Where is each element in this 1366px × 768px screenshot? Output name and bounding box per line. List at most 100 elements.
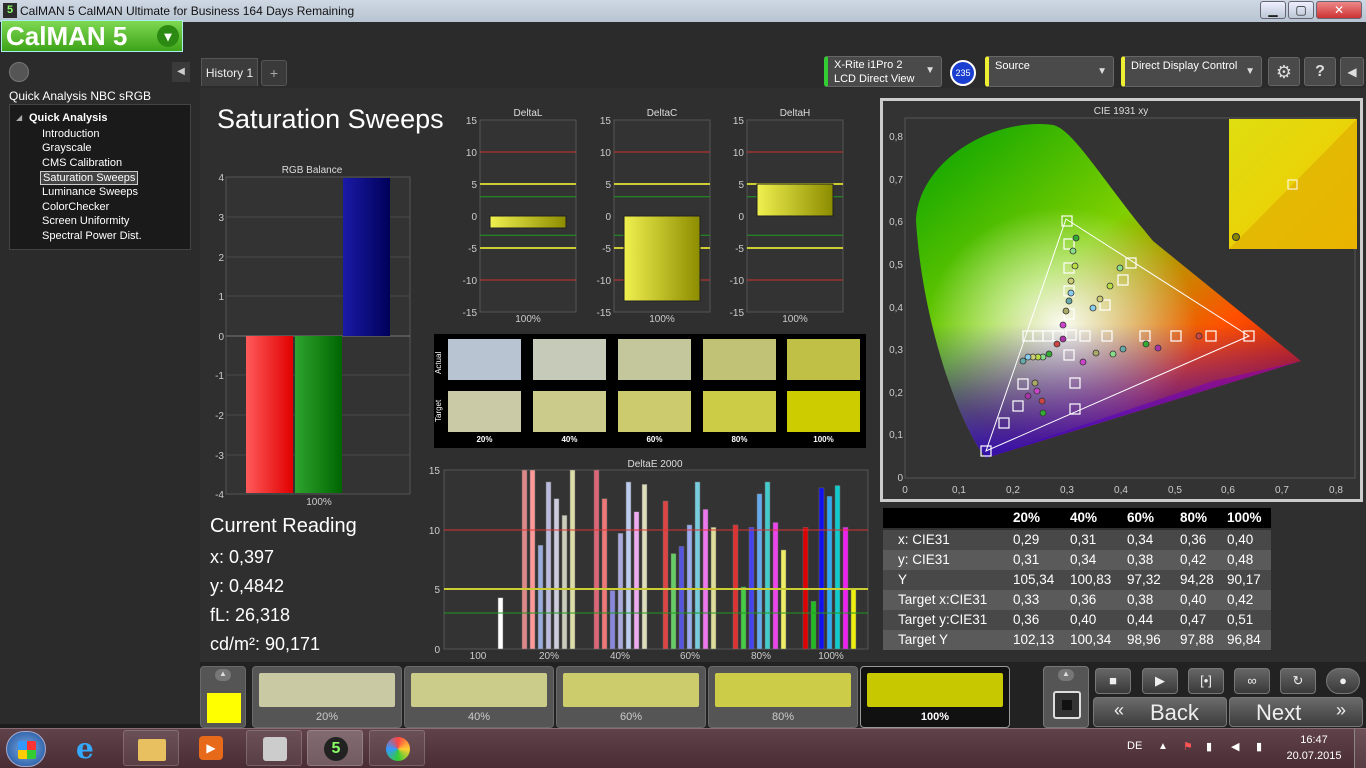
rgb-bar-red (246, 336, 293, 493)
language-indicator[interactable]: DE (1127, 740, 1142, 752)
cie-measured-marker (1142, 340, 1150, 348)
tree-expand-icon[interactable]: ◢ (16, 113, 22, 122)
stop-icon[interactable]: ■ (1095, 668, 1131, 694)
cie-measured-marker (1039, 409, 1047, 417)
rgb-xlabel: 100% (306, 497, 332, 508)
chevron-down-icon: ▼ (925, 65, 935, 76)
chevron-up-icon[interactable]: ▲ (215, 669, 231, 681)
explorer-icon[interactable] (123, 730, 179, 766)
cie-measured-marker (1067, 289, 1075, 297)
patch-100[interactable]: 100% (860, 666, 1010, 728)
patch-40[interactable]: 40% (404, 666, 554, 728)
tree-item-introduction[interactable]: Introduction (42, 128, 99, 140)
deltae-bar (732, 524, 739, 650)
paint-icon[interactable] (369, 730, 425, 766)
close-button[interactable]: ✕ (1316, 1, 1362, 19)
record-icon[interactable]: ● (1326, 668, 1360, 694)
app-taskbar-icon[interactable] (246, 730, 302, 766)
cell: 0,47 (1180, 612, 1207, 627)
deltae-bar (617, 532, 624, 650)
collapse-left-icon[interactable]: ◀ (172, 62, 190, 82)
stop-measure-icon[interactable] (1053, 691, 1081, 719)
deltae-bar (756, 493, 763, 650)
cie-measured-marker (1045, 350, 1053, 358)
start-button[interactable] (6, 731, 46, 767)
deltae-bar (686, 524, 693, 650)
chevron-up-icon[interactable]: ▲ (1058, 669, 1074, 681)
tree-group-quick-analysis[interactable]: Quick Analysis (29, 112, 107, 124)
clock-date[interactable]: 20.07.2015 (1284, 750, 1344, 762)
ie-icon[interactable]: e (64, 730, 120, 766)
deltae-bar (593, 469, 600, 650)
pin-icon[interactable] (9, 62, 29, 82)
maximize-button[interactable]: ▢ (1288, 1, 1314, 19)
deltae-bar (521, 469, 528, 650)
clock-time[interactable]: 16:47 (1284, 734, 1344, 746)
show-desktop-button[interactable] (1354, 729, 1366, 768)
deltah-bar (756, 183, 834, 217)
calman-logo-menu[interactable]: CalMAN 5 ▾ (1, 20, 183, 52)
deltae-xtick-100: 100 (470, 651, 487, 662)
cie-xtick-04: 0,4 (1114, 485, 1128, 496)
power-icon[interactable]: ▮ (1256, 740, 1262, 753)
swatch-label-60: 60% (646, 435, 663, 444)
loop-icon[interactable]: ∞ (1234, 668, 1270, 694)
rgb-bar-green (295, 336, 342, 493)
cell: 98,96 (1127, 632, 1161, 647)
patch-swatch-40 (411, 673, 547, 707)
tree-item-spectral-power[interactable]: Spectral Power Dist. (42, 230, 142, 242)
volume-icon[interactable]: ◀ (1231, 740, 1239, 753)
cie-xtick-0: 0 (902, 485, 908, 496)
tree-item-colorchecker[interactable]: ColorChecker (42, 201, 109, 213)
add-tab-button[interactable]: + (261, 60, 287, 86)
patch-60[interactable]: 60% (556, 666, 706, 728)
read-series-icon[interactable]: [•] (1188, 668, 1224, 694)
meter-status-badge[interactable]: 235 (950, 60, 976, 86)
cell: 0,36 (1013, 612, 1040, 627)
delta-ytick: -15 (597, 308, 612, 319)
cie-ytick-04: 0,4 (889, 303, 903, 314)
tree-item-saturation-sweeps[interactable]: Saturation Sweeps (40, 171, 139, 185)
help-icon[interactable]: ? (1304, 57, 1336, 86)
action-center-icon[interactable]: ⚑ (1183, 740, 1193, 753)
tree-item-grayscale[interactable]: Grayscale (42, 142, 92, 154)
patch-label: 80% (771, 711, 795, 723)
network-icon[interactable]: ▮ (1206, 740, 1212, 753)
rgb-tick-2: 2 (218, 253, 224, 264)
patch-20[interactable]: 20% (252, 666, 402, 728)
delta-ytick: 5 (738, 180, 744, 191)
deltae-bar (834, 485, 841, 650)
tree-item-luminance-sweeps[interactable]: Luminance Sweeps (42, 186, 138, 198)
settings-gear-icon[interactable]: ⚙ (1268, 57, 1300, 86)
source-selector[interactable]: Source ▼ (985, 56, 1114, 87)
refresh-icon[interactable]: ↻ (1280, 668, 1316, 694)
delta-ytick: -10 (730, 276, 745, 287)
back-arrow-icon: « (1114, 700, 1125, 720)
tree-item-screen-uniformity[interactable]: Screen Uniformity (42, 215, 129, 227)
meter-selector[interactable]: X-Rite i1Pro 2 LCD Direct View ▼ (824, 56, 942, 87)
cell: 105,34 (1013, 572, 1055, 587)
cell: 0,48 (1227, 552, 1254, 567)
minimize-button[interactable]: ▁ (1260, 1, 1286, 19)
tree-item-cms-calibration[interactable]: CMS Calibration (42, 157, 122, 169)
window-titlebar: 5 CalMAN 5 CalMAN Ultimate for Business … (0, 0, 1366, 22)
table-row: x: CIE31 0,29 0,31 0,34 0,36 0,40 (883, 530, 1271, 550)
calman-taskbar-icon[interactable]: 5 (307, 730, 363, 766)
play-icon[interactable]: ▶ (1142, 668, 1178, 694)
cie-ytick-0: 0 (897, 473, 903, 484)
show-hidden-icons[interactable]: ▲ (1158, 741, 1168, 752)
deltae-xtick-20: 20% (539, 651, 559, 662)
deltae-chart: DeltaE 2000 15 10 5 0 100 20% 40% 60% 80… (429, 459, 869, 662)
row-label: x: CIE31 (898, 532, 950, 547)
cell: 0,51 (1227, 612, 1254, 627)
cell: 0,29 (1013, 532, 1040, 547)
media-player-icon[interactable]: ▶ (183, 730, 239, 766)
deltac-xlabel: 100% (649, 314, 675, 325)
next-button[interactable]: Next » (1229, 697, 1363, 727)
display-control-selector[interactable]: Direct Display Control ▼ (1121, 56, 1262, 87)
back-button[interactable]: « Back (1093, 697, 1227, 727)
collapse-right-icon[interactable]: ◀ (1340, 57, 1364, 86)
cell: 102,13 (1013, 632, 1055, 647)
tab-history-1[interactable]: History 1 (201, 58, 258, 86)
patch-80[interactable]: 80% (708, 666, 858, 728)
